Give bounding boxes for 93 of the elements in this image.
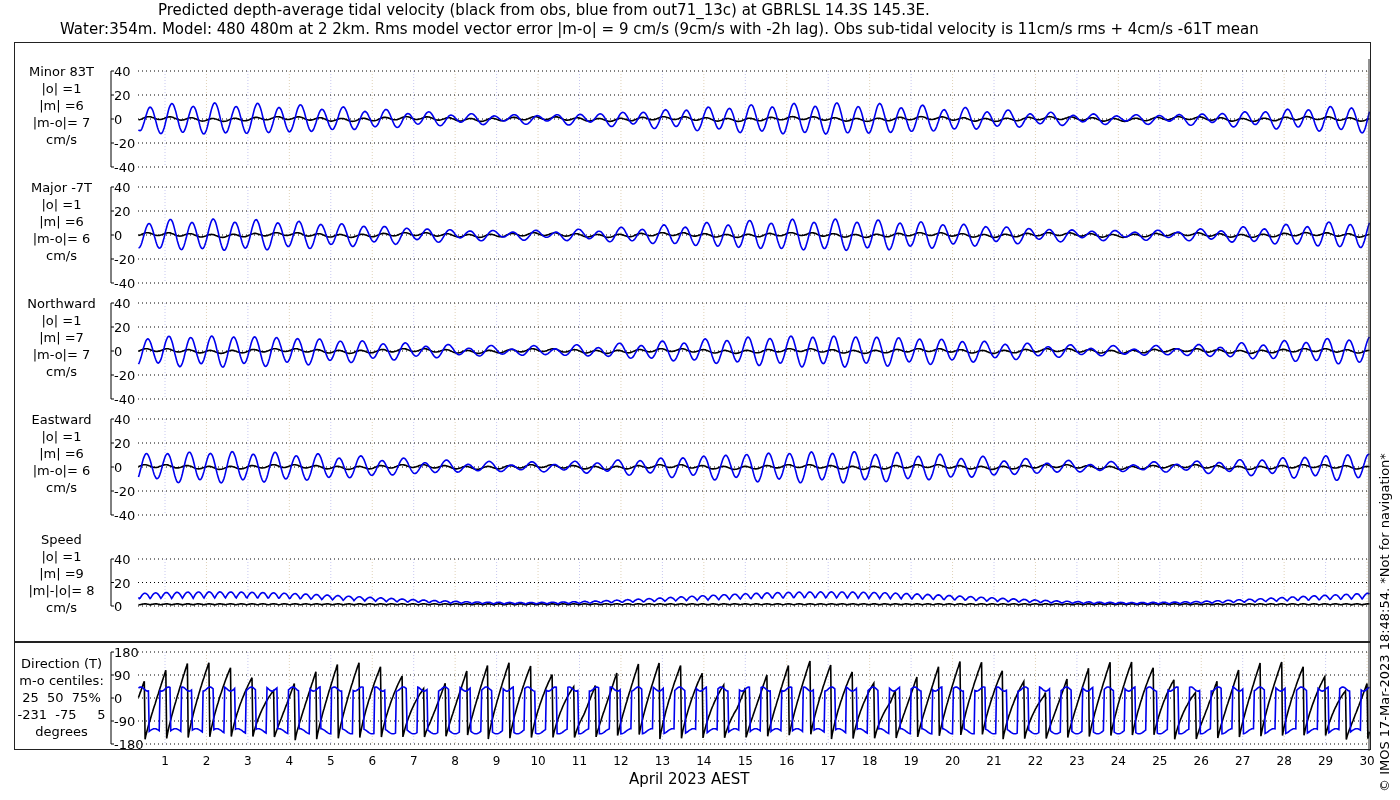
panel-label: Major -7T [30, 179, 93, 196]
axis-tick-label: 26 [1193, 754, 1209, 768]
axis-tick-label: 27 [1235, 754, 1251, 768]
panel-label: |m| =6 [39, 213, 84, 230]
axis-tick-label: 0 [114, 691, 123, 706]
panel-label: |o| =1 [41, 312, 82, 329]
panel-label: Speed [41, 531, 82, 548]
axis-tick-label: -20 [114, 252, 136, 267]
axis-tick-label: 1 [161, 754, 169, 768]
axis-tick-label: 13 [654, 754, 671, 768]
axis-tick-label: 7 [409, 754, 418, 768]
panel-label: m-o centiles: [19, 672, 104, 689]
axis-tick-label: 21 [986, 754, 1002, 768]
axis-tick-label: 20 [114, 575, 131, 591]
panel-label: cm/s [46, 247, 77, 264]
axis-tick-label: -180 [114, 737, 144, 751]
axis-tick-label: 29 [1317, 754, 1334, 768]
axis-tick-label: -90 [114, 714, 136, 729]
axis-tick-label: 2 [202, 754, 211, 768]
panel-label: degrees [35, 723, 88, 740]
axis-tick-label: 10 [530, 754, 546, 768]
axis-tick-label: 8 [451, 754, 459, 768]
panel-label: |m-o|= 7 [32, 114, 91, 131]
axis-tick-label: -20 [114, 136, 136, 151]
panel-label: |m| =6 [39, 445, 84, 462]
axis-tick-label: 30 [1359, 754, 1375, 768]
axis-tick-label: 5 [327, 754, 335, 768]
axis-tick-label: 3 [244, 754, 252, 768]
axis-tick-label: -40 [114, 508, 136, 523]
y-axis [110, 558, 115, 607]
axis-tick-label: 9 [492, 754, 501, 768]
panel-label: cm/s [46, 131, 77, 148]
axis-tick-label: 12 [613, 754, 629, 768]
axis-tick-label: 40 [114, 296, 131, 311]
panel-label: |o| =1 [41, 80, 82, 97]
axis-tick-label: -20 [114, 368, 136, 383]
axis-tick-label: 14 [696, 754, 712, 768]
axis-tick-label: -40 [114, 160, 136, 175]
axis-tick-label: 180 [114, 645, 139, 660]
panel-label: |m| =9 [39, 565, 84, 582]
axis-tick-label: 0 [114, 228, 123, 243]
axis-tick-label: 25 [1152, 754, 1168, 768]
axis-tick-label: 19 [903, 754, 919, 768]
panel-label: cm/s [46, 363, 77, 380]
axis-tick-label: 23 [1069, 754, 1085, 768]
panel-label: cm/s [46, 599, 77, 616]
axis-tick-label: 40 [114, 412, 131, 427]
panel-label: |m|-|o|= 8 [28, 582, 95, 599]
axis-tick-label: 0 [114, 112, 123, 127]
panel-label: Eastward [31, 411, 92, 428]
panel-label: 25 50 75% [22, 689, 101, 706]
panel-label: |o| =1 [41, 428, 82, 445]
axis-tick-label: -40 [114, 392, 136, 407]
axis-title: April 2023 AEST [629, 770, 750, 788]
axis-tick-label: 40 [114, 64, 131, 79]
axis-tick-label: 28 [1276, 754, 1292, 768]
axis-tick-label: 6 [368, 754, 377, 768]
panel-label: |o| =1 [41, 548, 82, 565]
panel-label: Northward [27, 295, 96, 312]
panel-label: |m| =7 [39, 329, 84, 346]
panel-label: |m-o|= 6 [32, 230, 91, 247]
axis-tick-label: 4 [285, 754, 294, 768]
chart-title: Water:354m. Model: 480 480m at 2 2km. Rms model vector error |m-o| = 9 cm/s (9cm/s with -2h lag). Obs sub-tidal velocity is 11cm/s rms + 4cm/s -61T mean [59, 20, 1260, 39]
panel-label: |m| =6 [39, 97, 84, 114]
panel-label: |m-o|= 6 [32, 462, 91, 479]
axis-tick-label: -40 [114, 276, 136, 291]
axis-tick-label: 20 [114, 88, 131, 103]
axis-tick-label: 20 [114, 204, 131, 219]
axis-tick-label: 90 [114, 668, 131, 683]
panel-label: -231 -75 5 [17, 706, 106, 723]
panel-label: |m-o|= 7 [32, 346, 91, 363]
panel-label: Direction (T) [21, 655, 102, 672]
axis-tick-label: 20 [944, 754, 961, 768]
axis-tick-label: 40 [114, 180, 131, 195]
axis-tick-label: 0 [114, 344, 123, 359]
chart-title: Predicted depth-average tidal velocity (black from obs, blue from out71_13c) at GBRLSL 14.3S 145.3E. [157, 1, 931, 20]
axis-tick-label: 0 [114, 599, 123, 614]
axis-tick-label: 11 [571, 754, 588, 768]
panel-label: cm/s [46, 479, 77, 496]
panel-label: |o| =1 [41, 196, 82, 213]
panel-label: Minor 83T [29, 63, 94, 80]
axis-tick-label: 40 [114, 552, 131, 567]
axis-tick-label: 22 [1027, 754, 1044, 768]
axis-tick-label: 18 [862, 754, 878, 768]
credit-text: © IMOS 17-Mar-2023 18:48:54. *Not for navigation* [1377, 453, 1393, 792]
axis-tick-label: 17 [820, 754, 836, 768]
axis-tick-label: 20 [114, 436, 131, 451]
axis-tick-label: 16 [779, 754, 795, 768]
axis-tick-label: 24 [1110, 754, 1126, 768]
axis-tick-label: -20 [114, 484, 136, 499]
axis-tick-label: 0 [114, 460, 123, 475]
axis-tick-label: 15 [737, 754, 753, 768]
axis-tick-label: 20 [114, 320, 131, 335]
